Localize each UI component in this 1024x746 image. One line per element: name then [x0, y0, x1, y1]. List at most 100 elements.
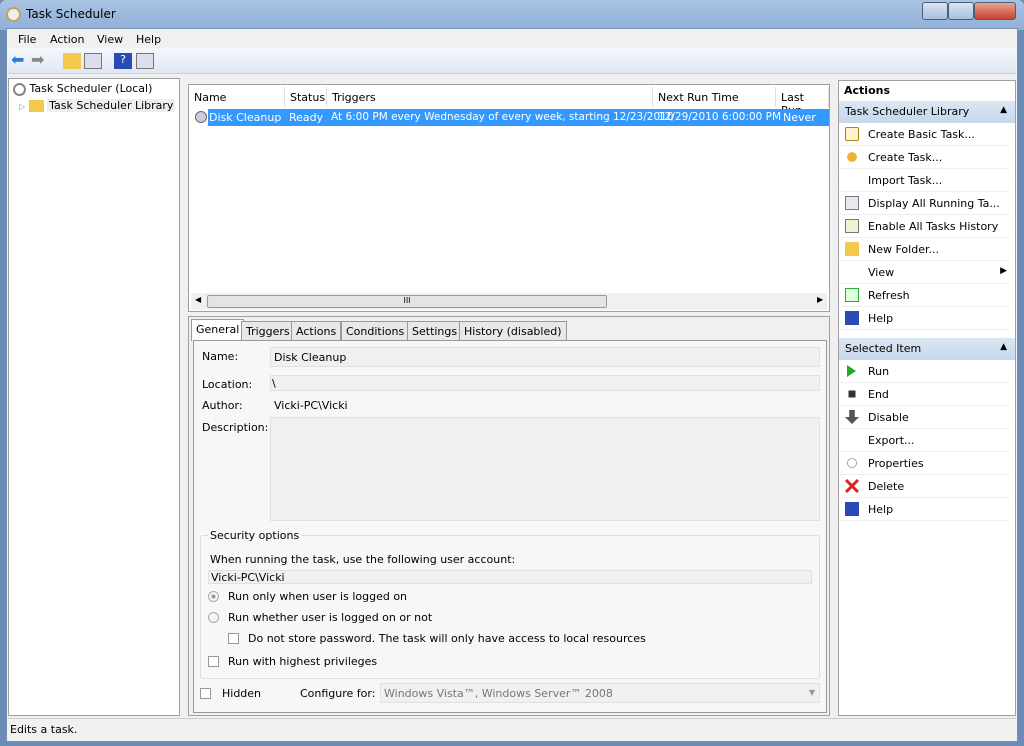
action-new-folder[interactable]: New Folder...: [839, 238, 1009, 261]
horizontal-scrollbar[interactable]: ◀ III ▶: [191, 293, 827, 310]
running-tasks-icon: [845, 196, 859, 210]
action-label: Enable All Tasks History: [868, 220, 999, 233]
name-field[interactable]: Disk Cleanup: [270, 347, 820, 367]
cell-triggers: At 6:00 PM every Wednesday of every week…: [331, 111, 674, 123]
menu-file[interactable]: File: [18, 33, 36, 46]
section-selected-item[interactable]: Selected Item ▲: [839, 338, 1015, 360]
action-export[interactable]: Export...: [839, 429, 1009, 452]
action-import-task[interactable]: Import Task...: [839, 169, 1009, 192]
menu-help[interactable]: Help: [136, 33, 161, 46]
action-refresh[interactable]: Refresh: [839, 284, 1009, 307]
action-end[interactable]: End: [839, 383, 1009, 406]
action-view[interactable]: View ▶: [839, 261, 1009, 284]
column-last-run[interactable]: Last Run: [776, 87, 829, 117]
collapse-icon[interactable]: ▲: [1000, 342, 1007, 352]
table-row[interactable]: Disk Cleanup Ready At 6:00 PM every Wedn…: [208, 109, 829, 126]
clock-icon: [13, 82, 26, 96]
tab-conditions[interactable]: Conditions: [341, 321, 410, 340]
action-delete[interactable]: Delete: [839, 475, 1009, 498]
section-label: Task Scheduler Library: [845, 105, 970, 118]
action-display-all-running-ta[interactable]: Display All Running Ta...: [839, 192, 1009, 215]
history-icon: [845, 219, 859, 233]
action-label: View: [868, 266, 895, 279]
task-details: General Triggers Actions Conditions Sett…: [188, 316, 830, 716]
column-next-run[interactable]: Next Run Time: [653, 87, 776, 107]
task-icon: [195, 111, 207, 123]
account-prompt: When running the task, use the following…: [210, 553, 516, 566]
column-triggers[interactable]: Triggers: [327, 87, 653, 107]
help-icon[interactable]: ?: [114, 53, 132, 69]
actions-pane: Actions Task Scheduler Library ▲ Create B…: [838, 80, 1016, 716]
select-value: Windows Vista™, Windows Server™ 2008: [384, 687, 613, 700]
menu-action[interactable]: Action: [50, 33, 84, 46]
cell-next-run: 12/29/2010 6:00:00 PM: [658, 111, 782, 123]
action-label: Properties: [868, 457, 924, 470]
tab-actions[interactable]: Actions: [291, 321, 342, 340]
tab-triggers[interactable]: Triggers: [241, 321, 295, 340]
action-label: End: [868, 388, 889, 401]
forward-icon[interactable]: ➡: [31, 50, 49, 69]
close-button[interactable]: [974, 2, 1016, 20]
section-task-scheduler-library[interactable]: Task Scheduler Library ▲: [839, 101, 1015, 123]
no-store-password-label: Do not store password. The task will onl…: [248, 632, 646, 645]
action-help[interactable]: Help: [839, 307, 1009, 330]
minimize-button[interactable]: [922, 2, 948, 20]
menu-view[interactable]: View: [97, 33, 123, 46]
folder-icon: [28, 100, 44, 112]
action-label: Help: [868, 503, 894, 516]
chevron-down-icon: ▼: [808, 688, 815, 697]
help-icon: [845, 502, 859, 516]
author-label: Author:: [202, 399, 243, 412]
radio-logged-on[interactable]: [208, 591, 219, 602]
toolbar: ⬅ ➡ ?: [8, 48, 1016, 74]
action-run[interactable]: Run: [839, 360, 1009, 383]
description-field[interactable]: [270, 417, 820, 521]
hidden-checkbox[interactable]: [200, 688, 211, 699]
help-icon: [845, 311, 859, 325]
action-properties[interactable]: Properties: [839, 452, 1009, 475]
menu-bar: File Action View Help: [8, 30, 1016, 48]
tree-item-local[interactable]: Task Scheduler (Local): [13, 82, 152, 96]
hidden-label: Hidden: [222, 687, 262, 700]
action-label: Help: [868, 312, 894, 325]
location-label: Location:: [202, 378, 253, 391]
show-hide-tree-icon[interactable]: [84, 53, 102, 69]
action-enable-all-tasks-history[interactable]: Enable All Tasks History: [839, 215, 1009, 238]
scroll-left-icon[interactable]: ◀: [195, 295, 201, 304]
highest-privileges-checkbox[interactable]: [208, 656, 219, 667]
no-store-password-checkbox[interactable]: [228, 633, 239, 644]
radio-whether-logged-on[interactable]: [208, 612, 219, 623]
tab-history[interactable]: History (disabled): [459, 321, 567, 340]
tab-settings[interactable]: Settings: [407, 321, 463, 340]
collapse-icon[interactable]: ▲: [1000, 105, 1007, 115]
scroll-thumb[interactable]: III: [207, 295, 607, 308]
maximize-button[interactable]: [948, 2, 974, 20]
cell-status: Ready: [289, 111, 324, 124]
clock-icon: [6, 7, 21, 22]
action-create-task[interactable]: Create Task...: [839, 146, 1009, 169]
configure-for-select[interactable]: Windows Vista™, Windows Server™ 2008 ▼: [380, 683, 820, 703]
action-disable[interactable]: Disable: [839, 406, 1009, 429]
action-create-basic-task[interactable]: Create Basic Task...: [839, 123, 1009, 146]
up-folder-icon[interactable]: [63, 53, 81, 69]
show-hide-action-pane-icon[interactable]: [136, 53, 154, 69]
tab-general[interactable]: General: [191, 319, 245, 341]
run-icon: [847, 365, 856, 377]
action-help[interactable]: Help: [839, 498, 1009, 521]
scroll-right-icon[interactable]: ▶: [817, 295, 823, 304]
name-label: Name:: [202, 350, 239, 363]
action-label: New Folder...: [868, 243, 939, 256]
disable-icon: [845, 410, 859, 424]
description-label: Description:: [202, 421, 269, 434]
tree-item-library[interactable]: ▷ Task Scheduler Library: [19, 99, 176, 112]
navigation-tree: Task Scheduler (Local) ▷ Task Scheduler …: [8, 78, 180, 716]
highest-privileges-label: Run with highest privileges: [228, 655, 378, 668]
folder-icon: [845, 242, 859, 256]
column-status[interactable]: Status: [285, 87, 327, 107]
column-name[interactable]: Name: [189, 87, 285, 107]
tree-label: Task Scheduler (Local): [29, 82, 153, 95]
delete-icon: [845, 479, 859, 493]
expand-icon[interactable]: ▷: [19, 102, 25, 111]
task-icon: [847, 152, 857, 162]
back-icon[interactable]: ⬅: [11, 50, 29, 69]
